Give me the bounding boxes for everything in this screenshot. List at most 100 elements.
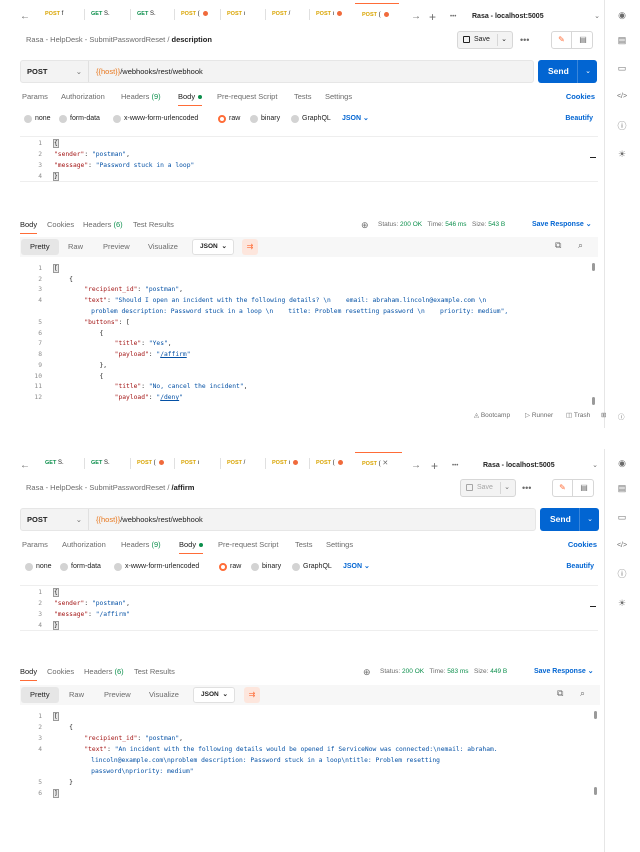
cookies-link[interactable]: Cookies [566, 90, 595, 104]
radio-urlencoded[interactable]: x-www-form-urlencoded [114, 561, 199, 573]
view-pretty[interactable]: Pretty [21, 239, 59, 255]
document-view-icon[interactable]: ▤ [573, 32, 593, 48]
globe-icon[interactable]: ⊕ [361, 218, 369, 232]
documentation-icon[interactable]: ▤ [615, 481, 629, 495]
resp-tab-cookies[interactable]: Cookies [47, 218, 74, 234]
breadcrumb-collection[interactable]: Rasa - HelpDesk - SubmitPasswordReset [26, 35, 165, 44]
more-options-icon[interactable]: ••• [522, 479, 531, 497]
back-arrow-icon[interactable]: ← [20, 455, 30, 477]
payload-link[interactable]: /affirm [160, 351, 187, 358]
view-pretty[interactable]: Pretty [21, 687, 59, 703]
view-raw[interactable]: Raw [59, 239, 92, 255]
save-response-button[interactable]: Save Response ⌄ [532, 218, 592, 232]
beautify-button[interactable]: Beautify [566, 561, 594, 573]
response-body-viewer[interactable]: 1 [ 2 { 3 "recipient_id": "postman", 4 "t… [20, 711, 600, 801]
more-options-icon[interactable]: ••• [520, 31, 529, 49]
forward-arrow-icon[interactable]: → [411, 6, 421, 28]
radio-urlencoded[interactable]: x-www-form-urlencoded [113, 113, 198, 125]
breadcrumb-collection[interactable]: Rasa - HelpDesk - SubmitPasswordReset [26, 483, 165, 492]
request-name[interactable]: description [172, 35, 212, 44]
beautify-button[interactable]: Beautify [565, 113, 593, 125]
resp-tab-body[interactable]: Body [20, 665, 38, 681]
url-input[interactable]: {{host}}/webhooks/rest/webhook [96, 61, 203, 82]
tab-headers[interactable]: Headers (9) [121, 538, 161, 554]
request-tab-4[interactable]: POST ( [174, 3, 220, 25]
request-name[interactable]: /affirm [172, 483, 195, 492]
resp-tab-test-results[interactable]: Test Results [133, 218, 174, 234]
request-tab-2[interactable]: GET S. [84, 452, 130, 474]
save-response-button[interactable]: Save Response ⌄ [534, 665, 594, 679]
radio-graphql[interactable]: GraphQL [291, 113, 331, 125]
copy-icon[interactable]: ⧉ [555, 240, 561, 251]
globe-icon[interactable]: ⊕ [363, 665, 371, 679]
more-tabs-icon[interactable]: ••• [450, 6, 456, 28]
request-tab-4[interactable]: POST ı [174, 452, 220, 474]
chevron-down-icon[interactable]: ⌄ [504, 480, 510, 496]
code-icon[interactable]: </> [615, 90, 629, 104]
eye-icon[interactable]: ◉ [615, 8, 629, 22]
lightbulb-icon[interactable]: ☀ [615, 147, 629, 161]
save-button[interactable]: Save ⌄ [460, 479, 516, 497]
request-tab-1[interactable]: POST f [38, 3, 84, 25]
method-select[interactable]: POST ⌄ [21, 61, 89, 82]
request-body-editor[interactable]: 1 { 2 "sender": "postman", 3 "message": "/a… [20, 585, 598, 631]
tab-tests[interactable]: Tests [295, 538, 313, 554]
url-input[interactable]: {{host}}/webhooks/rest/webhook [96, 509, 203, 530]
eye-icon[interactable]: ◉ [615, 456, 629, 470]
response-body-viewer[interactable]: 1 [ 2 { 3 "recipient_id": "postman", 4 "t… [20, 263, 598, 406]
environment-selector[interactable]: Rasa - localhost:5005 ⌄ [472, 6, 600, 28]
payload-link[interactable]: /deny [160, 394, 179, 401]
method-select[interactable]: POST ⌄ [21, 509, 89, 530]
scrollbar-thumb[interactable] [592, 397, 595, 405]
language-select[interactable]: JSON ⌄ [343, 561, 370, 573]
info-icon[interactable]: ⓘ [615, 119, 629, 133]
comments-icon[interactable]: ▭ [615, 510, 629, 524]
lightbulb-icon[interactable]: ☀ [615, 596, 629, 610]
radio-graphql[interactable]: GraphQL [292, 561, 332, 573]
radio-binary[interactable]: binary [250, 113, 280, 125]
request-tab-5[interactable]: POST ı [220, 3, 265, 25]
tab-headers[interactable]: Headers (9) [121, 90, 161, 106]
tab-prerequest-script[interactable]: Pre-request Script [218, 538, 278, 554]
request-tab-7[interactable]: POST ı [309, 3, 355, 25]
radio-raw[interactable]: raw [218, 113, 240, 125]
view-visualize[interactable]: Visualize [139, 239, 187, 255]
comments-icon[interactable]: ▭ [615, 61, 629, 75]
request-tab-3[interactable]: GET S. [130, 3, 174, 25]
scrollbar-thumb[interactable] [594, 711, 597, 719]
resp-tab-body[interactable]: Body [20, 218, 38, 234]
radio-none[interactable]: none [24, 113, 51, 125]
tab-settings[interactable]: Settings [325, 90, 352, 106]
send-button[interactable]: Send ⌄ [538, 60, 597, 83]
request-tab-2[interactable]: GET S. [84, 3, 130, 25]
radio-raw[interactable]: raw [219, 561, 241, 573]
resp-tab-headers[interactable]: Headers (6) [84, 665, 124, 681]
request-tab-5[interactable]: POST / [220, 452, 265, 474]
pencil-icon[interactable]: ✎ [553, 480, 573, 496]
response-format-select[interactable]: JSON ⌄ [193, 687, 235, 703]
tab-authorization[interactable]: Authorization [62, 538, 106, 554]
copy-icon[interactable]: ⧉ [557, 688, 563, 699]
info-icon[interactable]: ⓘ [615, 567, 629, 581]
wrap-lines-icon[interactable]: ⇉ [242, 239, 258, 255]
environment-selector[interactable]: Rasa - localhost:5005 ⌄ [483, 455, 598, 477]
chevron-down-icon[interactable]: ⌄ [585, 60, 591, 83]
send-button[interactable]: Send ⌄ [540, 508, 599, 531]
radio-binary[interactable]: binary [251, 561, 281, 573]
language-select[interactable]: JSON ⌄ [342, 113, 369, 125]
search-icon[interactable]: ⌕ [578, 240, 583, 251]
resp-tab-headers[interactable]: Headers (6) [83, 218, 123, 234]
radio-form-data[interactable]: form-data [60, 561, 101, 573]
request-tab-1[interactable]: GET S. [38, 452, 84, 474]
new-tab-icon[interactable]: + [431, 455, 438, 477]
radio-none[interactable]: none [25, 561, 52, 573]
tab-settings[interactable]: Settings [326, 538, 353, 554]
view-preview[interactable]: Preview [94, 239, 139, 255]
new-tab-icon[interactable]: + [429, 6, 436, 28]
more-tabs-icon[interactable]: ••• [452, 455, 458, 477]
pencil-icon[interactable]: ✎ [552, 32, 572, 48]
bootcamp-button[interactable]: ◬ Bootcamp [474, 411, 510, 419]
trash-button[interactable]: ◫ Trash [566, 411, 590, 419]
chevron-down-icon[interactable]: ⌄ [587, 508, 593, 531]
radio-form-data[interactable]: form-data [59, 113, 100, 125]
